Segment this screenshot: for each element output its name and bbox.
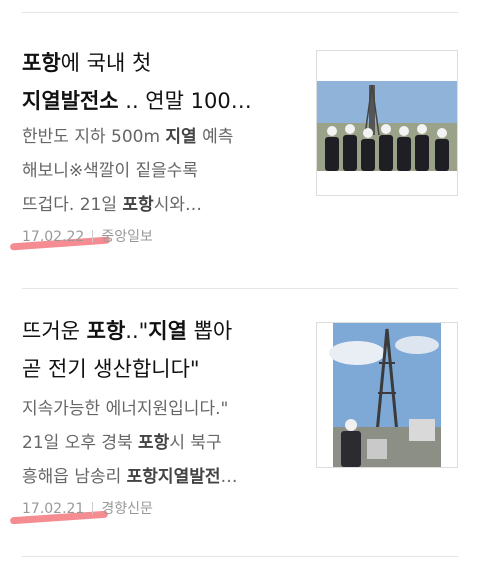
geothermal-plant-photo-icon — [317, 51, 457, 195]
article-meta: 17.02.21 경향신문 — [22, 498, 153, 518]
news-item-1[interactable]: 포항에 국내 첫 지열발전소 .. 연말 100… 한반도 지하 500m 지열… — [9, 30, 458, 275]
article-source: 경향신문 — [101, 501, 153, 517]
article-source: 중앙일보 — [101, 229, 153, 245]
meta-separator — [92, 230, 94, 242]
top-divider — [22, 12, 458, 13]
drilling-rig-photo-icon — [317, 323, 457, 467]
bottom-divider — [22, 556, 458, 557]
article-thumbnail[interactable] — [316, 50, 458, 196]
article-date: 17.02.22 — [22, 229, 85, 245]
item-divider — [22, 288, 458, 289]
article-title[interactable]: 포항에 국내 첫 지열발전소 .. 연말 100… — [22, 44, 312, 120]
meta-separator — [92, 502, 94, 514]
article-title[interactable]: 뜨거운 포항.."지열 뽑아 곧 전기 생산합니다" — [22, 312, 312, 388]
article-date: 17.02.21 — [22, 501, 85, 517]
news-item-2[interactable]: 뜨거운 포항.."지열 뽑아 곧 전기 생산합니다" 지속가능한 에너지원입니다… — [9, 300, 458, 550]
article-thumbnail[interactable] — [316, 322, 458, 468]
article-snippet: 지속가능한 에너지원입니다." 21일 오후 경북 포항시 북구 흥해읍 남송리… — [22, 399, 238, 487]
article-meta: 17.02.22 중앙일보 — [22, 226, 153, 246]
article-snippet: 한반도 지하 500m 지열 예측 해보니※색깔이 짙을수록 뜨겁다. 21일 … — [22, 127, 234, 215]
